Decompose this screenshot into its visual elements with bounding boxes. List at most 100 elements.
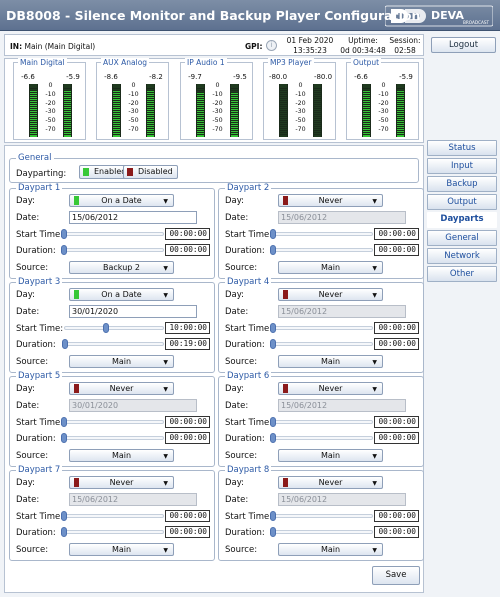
slider-thumb[interactable]	[61, 229, 67, 239]
date-input[interactable]: 15/06/2012	[278, 211, 406, 224]
start-time-label: Start Time:	[16, 512, 64, 522]
duration-slider[interactable]	[270, 339, 373, 349]
date-input[interactable]: 15/06/2012	[278, 399, 406, 412]
start-time-label: Start Time:	[16, 230, 64, 240]
meter-scale-tick: 0	[48, 82, 53, 89]
nav-item-dayparts[interactable]: Dayparts	[427, 212, 497, 228]
source-select[interactable]: Backup 2 ▼	[69, 261, 174, 274]
daypart-1-fieldset: Daypart 1 Day: On a Date ▼ Date: 15/06/2012 St…	[9, 183, 215, 279]
slider-thumb[interactable]	[270, 417, 276, 427]
day-select[interactable]: Never ▼	[278, 288, 383, 301]
meter-scale-tick: -30	[128, 108, 139, 116]
day-select[interactable]: Never ▼	[69, 382, 174, 395]
duration-slider[interactable]	[61, 245, 164, 255]
save-button[interactable]: Save	[372, 566, 420, 585]
start-time-slider[interactable]	[61, 511, 164, 521]
start-time-value: 00:00:00	[165, 510, 210, 522]
slider-thumb[interactable]	[61, 245, 67, 255]
start-time-slider[interactable]	[270, 323, 373, 333]
day-select[interactable]: On a Date ▼	[69, 288, 174, 301]
duration-slider[interactable]	[62, 339, 164, 349]
date-input[interactable]: 15/06/2012	[278, 493, 406, 506]
day-select-value: Never	[318, 384, 343, 393]
nav-item-input[interactable]: Input	[427, 158, 497, 174]
current-time: 13:35:23	[293, 46, 327, 55]
slider-thumb[interactable]	[61, 511, 67, 521]
meter-scale-tick: -10	[45, 90, 56, 98]
slider-track	[273, 530, 373, 534]
nav-item-other[interactable]: Other	[427, 266, 497, 282]
day-led-icon	[74, 478, 79, 487]
date-input[interactable]: 15/06/2012	[69, 493, 197, 506]
slider-thumb[interactable]	[102, 323, 109, 333]
source-label: Source:	[225, 545, 258, 555]
duration-slider[interactable]	[270, 433, 373, 443]
start-time-slider[interactable]	[61, 417, 164, 427]
start-time-value: 00:00:00	[165, 416, 210, 428]
slider-thumb[interactable]	[270, 245, 276, 255]
source-select[interactable]: Main ▼	[69, 543, 174, 556]
slider-thumb[interactable]	[62, 339, 69, 349]
slider-thumb[interactable]	[270, 527, 276, 537]
meter-right-bar	[313, 84, 322, 137]
logout-button[interactable]: Logout	[431, 37, 496, 53]
uptime: Uptime: 0d 00:34:48	[337, 36, 389, 56]
slider-thumb[interactable]	[61, 433, 67, 443]
duration-slider[interactable]	[61, 433, 164, 443]
slider-thumb[interactable]	[270, 323, 276, 333]
day-select[interactable]: Never ▼	[278, 476, 383, 489]
duration-slider[interactable]	[270, 527, 373, 537]
slider-track	[273, 232, 373, 236]
start-time-slider[interactable]	[270, 229, 373, 239]
slider-thumb[interactable]	[270, 511, 276, 521]
source-select[interactable]: Main ▼	[278, 543, 383, 556]
input-indicator: IN: Main (Main Digital)	[10, 42, 96, 51]
duration-slider[interactable]	[61, 527, 164, 537]
day-select[interactable]: Never ▼	[69, 476, 174, 489]
nav-item-network[interactable]: Network	[427, 248, 497, 264]
slider-thumb[interactable]	[270, 433, 276, 443]
start-time-slider[interactable]	[64, 323, 164, 333]
source-label: Source:	[16, 545, 49, 555]
source-select[interactable]: Main ▼	[278, 261, 383, 274]
nav-item-backup[interactable]: Backup	[427, 176, 497, 192]
source-select[interactable]: Main ▼	[69, 449, 174, 462]
meter-scale-tick: -50	[212, 117, 223, 125]
meter-right-bar	[396, 84, 405, 137]
source-select[interactable]: Main ▼	[69, 355, 174, 368]
meter-scale-tick: -20	[45, 99, 56, 107]
slider-thumb[interactable]	[270, 339, 276, 349]
source-select[interactable]: Main ▼	[278, 449, 383, 462]
nav-item-output[interactable]: Output	[427, 194, 497, 210]
slider-thumb[interactable]	[61, 527, 67, 537]
chevron-down-icon: ▼	[372, 265, 377, 272]
day-select[interactable]: Never ▼	[278, 382, 383, 395]
start-time-slider[interactable]	[270, 511, 373, 521]
source-select[interactable]: Main ▼	[278, 355, 383, 368]
start-time-slider[interactable]	[61, 229, 164, 239]
date-input[interactable]: 30/01/2020	[69, 399, 197, 412]
slider-thumb[interactable]	[270, 229, 276, 239]
dayparting-disabled-button[interactable]: Disabled	[123, 165, 178, 179]
day-select[interactable]: On a Date ▼	[69, 194, 174, 207]
date-input[interactable]: 15/06/2012	[69, 211, 197, 224]
date-input[interactable]: 15/06/2012	[278, 305, 406, 318]
nav-item-general[interactable]: General	[427, 230, 497, 246]
meter-3: MP3 Player -80.0 -80.0 0 -10 -20 -30 -50 -70	[263, 58, 336, 140]
meter-title: Output	[351, 58, 382, 67]
start-time-slider[interactable]	[270, 417, 373, 427]
day-led-icon	[283, 196, 288, 205]
duration-slider[interactable]	[270, 245, 373, 255]
day-label: Day:	[16, 384, 36, 394]
date-input[interactable]: 30/01/2020	[69, 305, 197, 318]
meter-left-bar	[196, 84, 205, 137]
nav-item-status[interactable]: Status	[427, 140, 497, 156]
meter-scale-tick: -10	[295, 90, 306, 98]
source-select-value: Main	[320, 357, 341, 366]
meter-right-peak: -9.5	[233, 73, 247, 81]
meter-right-peak: -5.9	[399, 73, 413, 81]
slider-thumb[interactable]	[61, 417, 67, 427]
day-select[interactable]: Never ▼	[278, 194, 383, 207]
meter-1: AUX Analog -8.6 -8.2 0 -10 -20 -30 -50 -70	[96, 58, 169, 140]
date-label: Date:	[16, 401, 40, 411]
